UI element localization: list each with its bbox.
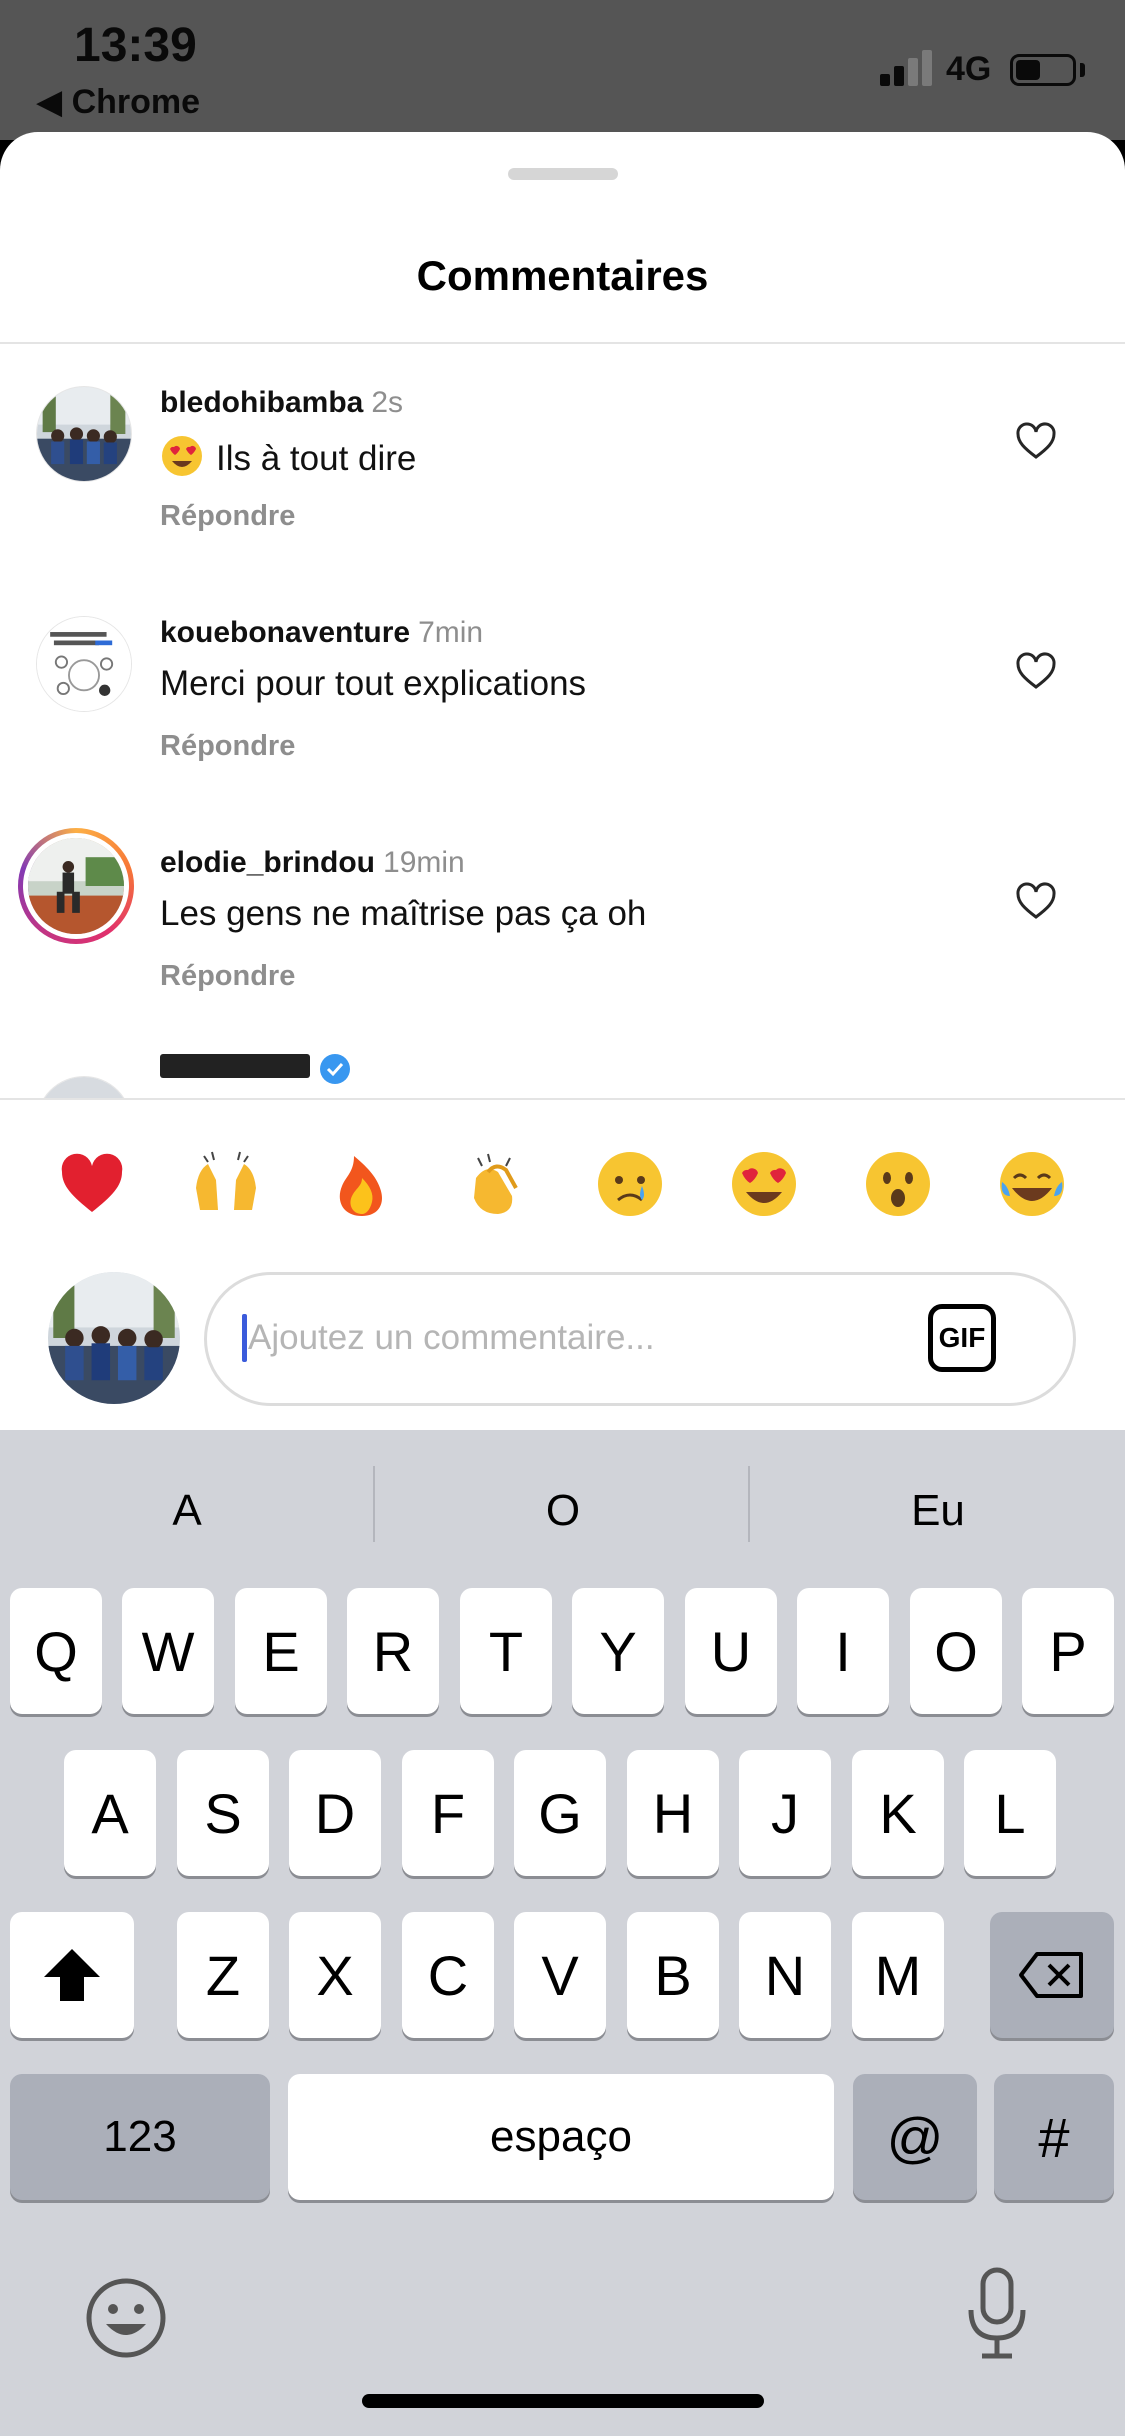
key-j[interactable]: J <box>739 1750 831 1876</box>
key-u[interactable]: U <box>685 1588 777 1714</box>
raising-hands-emoji-icon[interactable] <box>190 1148 262 1220</box>
backspace-icon <box>1019 1952 1083 1998</box>
comment-time: 2s <box>371 386 404 419</box>
comments-list[interactable]: bledohibamba2s Ils à tout dire Répondre <box>0 344 1125 1098</box>
key-r[interactable]: R <box>347 1588 439 1714</box>
comment-text-body: Merci pour tout explications <box>160 664 587 703</box>
comment-header-partial <box>160 1048 310 1082</box>
key-b[interactable]: B <box>627 1912 719 2038</box>
suggestion-1[interactable]: A <box>0 1476 374 1546</box>
battery-icon <box>1010 54 1076 86</box>
comment-item-partial <box>0 1034 1125 1098</box>
comment-username[interactable]: bledohibamba <box>160 386 363 419</box>
gif-button[interactable]: GIF <box>928 1304 996 1372</box>
comment-text-body: Ils à tout dire <box>216 439 417 478</box>
network-type: 4G <box>946 50 992 88</box>
surprised-face-emoji-icon[interactable] <box>862 1148 934 1220</box>
backspace-key[interactable] <box>990 1912 1114 2038</box>
sheet-grabber-handle[interactable] <box>508 168 618 180</box>
key-y[interactable]: Y <box>572 1588 664 1714</box>
hash-key[interactable]: # <box>994 2074 1114 2200</box>
avatar-with-story-ring[interactable] <box>18 828 134 944</box>
divider <box>373 1466 375 1542</box>
shift-key[interactable] <box>10 1912 134 2038</box>
divider <box>748 1466 750 1542</box>
key-p[interactable]: P <box>1022 1588 1114 1714</box>
heart-outline-icon[interactable] <box>1014 420 1058 464</box>
comment-item: bledohibamba 2s Ils à tout dire Répondre <box>0 344 1125 574</box>
key-f[interactable]: F <box>402 1750 494 1876</box>
comment-time: 7min <box>418 616 484 649</box>
sheet-title: Commentaires <box>416 252 709 299</box>
key-g[interactable]: G <box>514 1750 606 1876</box>
comment-time: 19min <box>383 846 465 879</box>
fire-emoji-icon[interactable] <box>326 1148 398 1220</box>
numbers-key[interactable]: 123 <box>10 2074 270 2200</box>
shift-arrow-icon <box>44 1949 100 2001</box>
at-key[interactable]: @ <box>853 2074 977 2200</box>
comment-text-body: Les gens ne maîtrise pas ça oh <box>160 894 647 933</box>
key-n[interactable]: N <box>739 1912 831 2038</box>
battery-cap <box>1080 63 1085 77</box>
comment-item: kouebonaventure 7min Merci pour tout expl… <box>0 574 1125 804</box>
emoji-keyboard-icon[interactable] <box>84 2276 168 2360</box>
key-v[interactable]: V <box>514 1912 606 2038</box>
key-c[interactable]: C <box>402 1912 494 2038</box>
space-key[interactable]: espaço <box>288 2074 834 2200</box>
avatar[interactable] <box>36 616 132 712</box>
crying-face-emoji-icon[interactable] <box>594 1148 666 1220</box>
key-m[interactable]: M <box>852 1912 944 2038</box>
heart-outline-icon[interactable] <box>1014 880 1058 924</box>
comment-input[interactable] <box>248 1300 888 1376</box>
comment-username[interactable]: kouebonaventure <box>160 616 410 649</box>
quick-reaction-bar <box>0 1100 1125 1260</box>
comment-header: elodie_brindou 19min <box>160 846 465 880</box>
heart-eyes-emoji-icon[interactable] <box>728 1148 800 1220</box>
reply-button[interactable]: Répondre <box>160 730 295 763</box>
reply-button[interactable]: Répondre <box>160 960 295 993</box>
clapping-hands-emoji-icon[interactable] <box>458 1148 530 1220</box>
key-k[interactable]: K <box>852 1750 944 1876</box>
text-caret <box>242 1314 247 1362</box>
suggestion-2[interactable]: O <box>376 1476 750 1546</box>
signal-strength-icon <box>880 48 936 86</box>
avatar[interactable] <box>36 386 132 482</box>
key-o[interactable]: O <box>910 1588 1002 1714</box>
key-i[interactable]: I <box>797 1588 889 1714</box>
key-d[interactable]: D <box>289 1750 381 1876</box>
home-indicator[interactable] <box>362 2394 764 2408</box>
key-q[interactable]: Q <box>10 1588 102 1714</box>
reply-button[interactable]: Répondre <box>160 500 295 533</box>
key-s[interactable]: S <box>177 1750 269 1876</box>
heart-outline-icon[interactable] <box>1014 650 1058 694</box>
key-e[interactable]: E <box>235 1588 327 1714</box>
avatar[interactable] <box>36 1076 132 1098</box>
back-to-app-link[interactable]: ◀ Chrome <box>36 82 200 122</box>
heart-eyes-emoji-icon <box>162 436 202 476</box>
key-t[interactable]: T <box>460 1588 552 1714</box>
current-user-avatar <box>48 1272 180 1404</box>
suggestion-3[interactable]: Eu <box>751 1476 1125 1546</box>
key-a[interactable]: A <box>64 1750 156 1876</box>
status-time: 13:39 <box>74 19 197 72</box>
microphone-icon[interactable] <box>964 2266 1030 2362</box>
verified-badge-icon <box>320 1054 350 1084</box>
key-w[interactable]: W <box>122 1588 214 1714</box>
red-heart-emoji-icon[interactable] <box>56 1148 128 1220</box>
comment-item: elodie_brindou 19min Les gens ne maîtrise… <box>0 804 1125 1034</box>
comment-header: bledohibamba 2s <box>160 386 403 420</box>
tears-of-joy-emoji-icon[interactable] <box>996 1148 1068 1220</box>
key-z[interactable]: Z <box>177 1912 269 2038</box>
comment-username[interactable]: elodie_brindou <box>160 846 375 879</box>
key-h[interactable]: H <box>627 1750 719 1876</box>
comment-header: kouebonaventure 7min <box>160 616 483 650</box>
key-x[interactable]: X <box>289 1912 381 2038</box>
comment-text: Ils à tout dire <box>160 434 416 479</box>
key-l[interactable]: L <box>964 1750 1056 1876</box>
